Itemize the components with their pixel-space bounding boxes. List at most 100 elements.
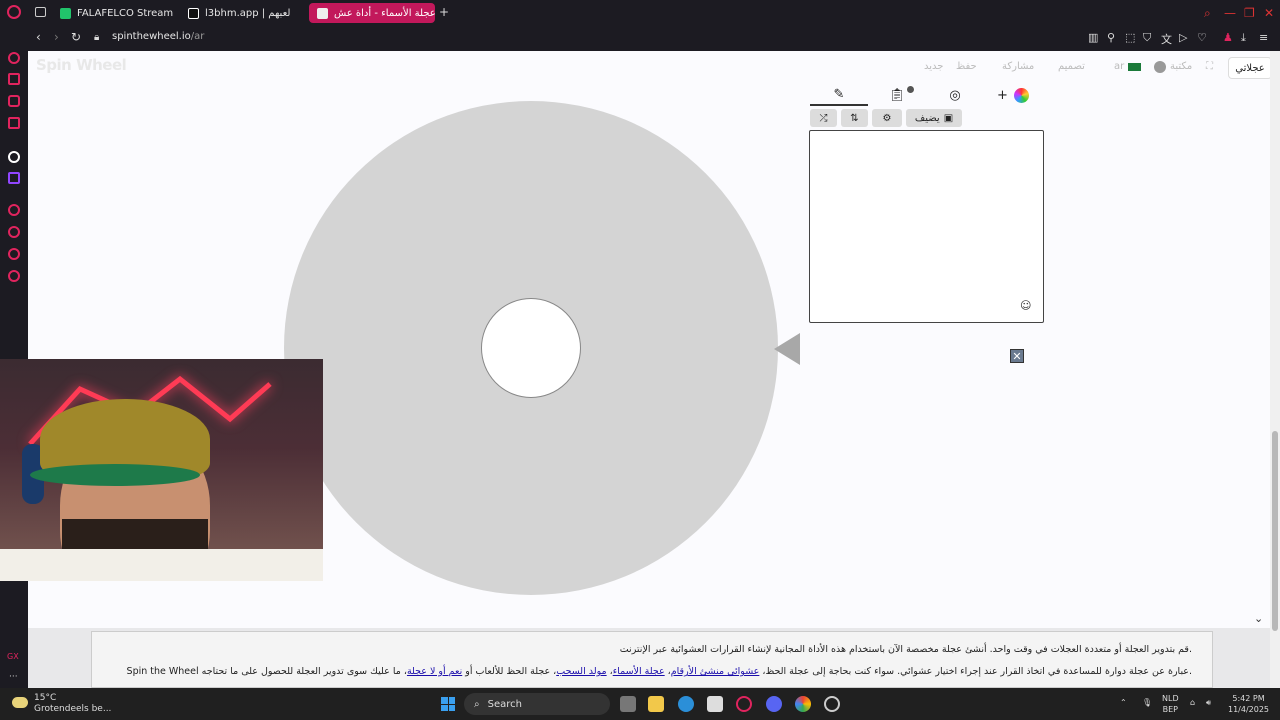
l3bhm-favicon-icon xyxy=(188,7,199,19)
wheel-center-hub[interactable] xyxy=(481,298,581,398)
link-name-wheel[interactable]: عجلة الأسماء xyxy=(613,666,665,677)
pin-icon[interactable]: ⚲ xyxy=(1107,31,1115,44)
search-label: Search xyxy=(487,698,522,710)
my-wheels-button[interactable]: عجلاتي xyxy=(1228,57,1270,79)
clock-time: 5:42 PM xyxy=(1232,694,1265,703)
menu-save[interactable]: حفظ xyxy=(956,61,977,72)
tab-spin-the-wheel[interactable]: برنامج عجلة الأسماء - أداة عش xyxy=(309,3,435,23)
volume-icon[interactable]: 🔊︎ xyxy=(1206,697,1211,708)
sidebar-messenger-icon[interactable] xyxy=(8,52,20,64)
tab-label: l3bhm.app | لعبهم xyxy=(205,7,291,19)
translate-icon[interactable]: 文 xyxy=(1161,31,1172,47)
gallery-icon xyxy=(1154,61,1166,73)
file-explorer-icon[interactable] xyxy=(648,696,664,712)
info-text-b: ، عجلة الحظ للألعاب أو xyxy=(465,666,557,677)
cap-brim xyxy=(30,464,200,486)
browser-tab-bar: FALAFELCO Stream - Wat l3bhm.app | لعبهم… xyxy=(0,0,1280,26)
sort-button[interactable]: ⇅ xyxy=(841,109,868,127)
eye-off-icon[interactable]: ◎ xyxy=(926,84,984,106)
chevron-down-icon[interactable]: ⌄ xyxy=(1254,612,1263,625)
menu-design[interactable]: تصميم xyxy=(1058,61,1085,72)
back-icon[interactable]: ‹ xyxy=(36,30,41,44)
windows-start-icon[interactable] xyxy=(441,697,455,711)
menu-icon[interactable]: ≡ xyxy=(1259,31,1268,44)
clipboard-icon[interactable]: 📋︎ xyxy=(868,84,926,106)
workspaces-icon[interactable] xyxy=(35,7,46,17)
link-draw-generator[interactable]: مولد السحب xyxy=(556,666,606,677)
sidebar-gx-icon[interactable] xyxy=(8,117,20,129)
task-view-icon[interactable] xyxy=(620,696,636,712)
menu-share[interactable]: مشاركة xyxy=(1002,61,1034,72)
opera-gx-icon[interactable] xyxy=(736,696,752,712)
shield-icon[interactable]: ⛉ xyxy=(1143,31,1151,45)
download-icon[interactable]: ⤓ xyxy=(1241,31,1246,45)
edge-icon[interactable] xyxy=(678,696,694,712)
gear-icon: ⚙ xyxy=(882,112,892,124)
sidebar-player-icon[interactable] xyxy=(8,204,20,216)
page-scrollbar[interactable] xyxy=(1270,51,1280,688)
sidebar-settings-icon[interactable] xyxy=(8,270,20,282)
scroll-thumb[interactable] xyxy=(1272,431,1278,631)
close-window-icon[interactable]: ✕ xyxy=(1264,6,1274,20)
menu-language[interactable]: ar xyxy=(1114,61,1124,72)
sidebar-gx-label-icon[interactable]: GX xyxy=(7,652,19,661)
sidebar-history-icon[interactable] xyxy=(8,226,20,238)
minimize-icon[interactable]: — xyxy=(1224,6,1236,20)
fullscreen-icon[interactable]: ⛶ xyxy=(1206,61,1213,72)
link-yes-no-wheel[interactable]: نعم أو لا عجلة xyxy=(407,666,462,677)
info-text-a: .عبارة عن عجلة دوارة للمساعدة في اتخاذ ا… xyxy=(762,666,1192,677)
forward-icon[interactable]: › xyxy=(54,30,59,44)
heart-icon[interactable]: ♡ xyxy=(1197,31,1207,44)
tab-label: FALAFELCO Stream - Wat xyxy=(77,7,174,19)
entries-textarea[interactable]: ☺ xyxy=(809,130,1044,323)
tab-falafelco[interactable]: FALAFELCO Stream - Wat xyxy=(52,3,174,23)
chrome-icon[interactable] xyxy=(795,696,811,712)
network-icon[interactable]: ⌂ xyxy=(1190,697,1195,708)
site-logo[interactable]: Spin Wheel xyxy=(36,56,127,74)
taskbar-search[interactable]: ⌕ Search xyxy=(464,693,610,715)
settings-button[interactable]: ⚙ xyxy=(872,109,902,127)
tab-l3bhm[interactable]: l3bhm.app | لعبهم xyxy=(180,3,304,23)
opera-logo-icon[interactable] xyxy=(7,5,21,19)
maximize-icon[interactable]: ❐ xyxy=(1244,6,1255,20)
sidebar-bag-icon[interactable] xyxy=(8,73,20,85)
add-color-button[interactable]: + xyxy=(984,84,1042,106)
sort-icon: ⇅ xyxy=(850,112,859,124)
language-indicator[interactable]: NLD BEP xyxy=(1162,693,1179,715)
weather-widget[interactable]: 15°C Grotendeels be... xyxy=(12,693,111,715)
close-ad-button[interactable]: ✕ xyxy=(1010,349,1024,363)
snapshot-icon[interactable]: ⬚ xyxy=(1125,31,1135,44)
tray-chevron-icon[interactable]: ⌃ xyxy=(1120,697,1127,708)
emoji-icon[interactable]: ☺ xyxy=(1020,299,1031,312)
microphone-icon[interactable]: 🎙︎ xyxy=(1142,697,1152,708)
link-number-generator[interactable]: عشوائي منشئ الأرقام xyxy=(671,666,760,677)
webcam-overlay xyxy=(0,359,323,581)
url-field[interactable]: spinthewheel.io/ar xyxy=(112,31,204,42)
sidebar-cube-icon[interactable] xyxy=(8,248,20,260)
shuffle-button[interactable]: ⤮ xyxy=(810,109,837,127)
clock-date: 11/4/2025 xyxy=(1228,705,1270,714)
lock-icon: 🔒︎ xyxy=(94,32,100,43)
sidebar-more-icon[interactable]: ··· xyxy=(9,672,18,682)
clock[interactable]: 5:42 PM 11/4/2025 xyxy=(1228,693,1269,715)
sidebar-twitch-icon[interactable] xyxy=(8,172,20,184)
add-image-button[interactable]: يضيف ▣ xyxy=(906,109,962,127)
reader-icon[interactable]: ▥ xyxy=(1088,31,1098,44)
discord-icon[interactable] xyxy=(766,696,782,712)
sidebar-tv-icon[interactable] xyxy=(8,95,20,107)
profile-icon[interactable]: ♟ xyxy=(1223,31,1233,44)
reload-icon[interactable]: ↻ xyxy=(71,30,81,44)
new-tab-button[interactable]: + xyxy=(439,5,449,19)
play-icon[interactable]: ▷ xyxy=(1179,31,1187,44)
menu-new[interactable]: جديد xyxy=(924,61,943,72)
app-icon[interactable] xyxy=(824,696,840,712)
menu-gallery[interactable]: مكتبة xyxy=(1170,61,1192,72)
info-line-2: .عبارة عن عجلة دوارة للمساعدة في اتخاذ ا… xyxy=(126,666,1192,677)
pencil-icon[interactable]: ✎ xyxy=(810,84,868,106)
store-icon[interactable] xyxy=(707,696,723,712)
wheel-pointer-icon xyxy=(774,333,800,365)
search-tabs-icon[interactable]: ⌕ xyxy=(1204,6,1211,21)
sidebar-app-icon[interactable] xyxy=(8,151,20,163)
wheel-favicon-icon xyxy=(317,7,328,19)
url-path: /ar xyxy=(190,31,205,42)
